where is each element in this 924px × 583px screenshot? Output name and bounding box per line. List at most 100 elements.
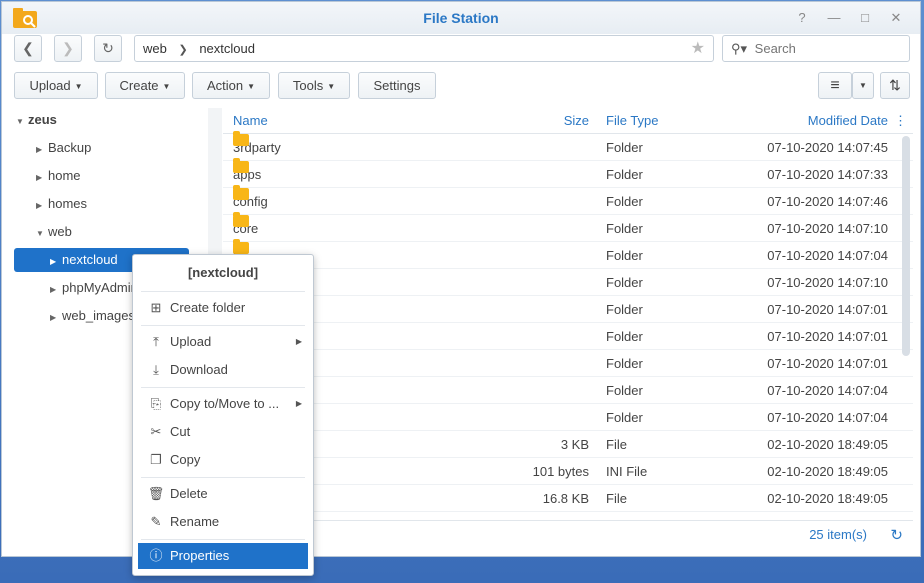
caret-down-icon: ▼ — [162, 82, 171, 92]
table-row[interactable]: 16.8 KB File 02-10-2020 18:49:05 — [223, 485, 913, 512]
divider — [141, 539, 305, 540]
column-options-icon[interactable]: ⋮ — [894, 108, 907, 134]
folder-icon — [233, 158, 249, 173]
column-header-type[interactable]: File Type — [606, 108, 659, 134]
collapsed-arrow-icon[interactable]: ▶ — [50, 278, 62, 302]
trash-icon: 🗑 — [147, 486, 165, 501]
cell-modified: 07-10-2020 14:07:01 — [767, 302, 888, 317]
menu-label: Cut — [170, 424, 191, 439]
refresh-icon[interactable]: ↻ — [890, 526, 903, 544]
column-header-size[interactable]: Size — [564, 108, 589, 134]
table-row[interactable]: Folder 07-10-2020 14:07:01 — [223, 347, 913, 377]
scissors-icon: ✂ — [150, 424, 162, 439]
maximize-icon[interactable]: □ — [855, 8, 875, 28]
cell-type: Folder — [606, 275, 643, 290]
create-label: Create — [119, 78, 159, 93]
file-rows: 3rdparty Folder 07-10-2020 14:07:45 apps Fol… — [223, 131, 913, 512]
search-icon[interactable]: ⚲▾ — [731, 41, 747, 56]
cell-modified: 07-10-2020 14:07:33 — [767, 167, 888, 182]
cell-type: Folder — [606, 410, 643, 425]
menu-item-copy-move[interactable]: ⎘ Copy to/Move to ... ▶ — [138, 391, 308, 417]
search-input[interactable] — [754, 41, 875, 56]
menu-item-copy[interactable]: ❐ Copy — [138, 447, 308, 473]
tree-label: zeus — [28, 112, 57, 127]
help-icon[interactable]: ? — [792, 8, 812, 28]
cell-modified: 07-10-2020 14:07:10 — [767, 275, 888, 290]
tree-item-homes[interactable]: ▶ homes — [36, 192, 186, 216]
tree-item-zeus[interactable]: ▼ zeus — [16, 108, 176, 132]
create-button[interactable]: Create ▼ — [105, 72, 185, 99]
table-row[interactable]: Folder 07-10-2020 14:07:01 — [223, 293, 913, 323]
search-box[interactable]: ⚲▾ — [722, 35, 910, 62]
tree-item-web[interactable]: ▼ web — [36, 220, 186, 244]
table-row[interactable]: Folder 07-10-2020 14:07:04 — [223, 374, 913, 404]
list-view-icon[interactable]: ≡ — [818, 72, 852, 99]
cell-type: File — [606, 491, 627, 506]
menu-item-download[interactable]: ⤓ Download — [138, 357, 308, 383]
forward-button[interactable]: ❯ — [54, 35, 82, 62]
upload-button[interactable]: Upload ▼ — [14, 72, 98, 99]
minimize-icon[interactable]: — — [824, 8, 844, 28]
menu-item-create-folder[interactable]: ⊞ Create folder — [138, 295, 308, 321]
close-icon[interactable]: ✕ — [886, 8, 906, 28]
menu-item-rename[interactable]: ✎ Rename — [138, 509, 308, 535]
path-bar[interactable]: web ❯ nextcloud ★ — [134, 35, 714, 62]
menu-item-cut[interactable]: ✂ Cut — [138, 419, 308, 445]
column-header-modified[interactable]: Modified Date — [808, 108, 888, 134]
collapsed-arrow-icon[interactable]: ▶ — [36, 194, 48, 218]
table-row[interactable]: derFolder07-10-2020 14:07:01 — [223, 320, 913, 350]
collapsed-arrow-icon[interactable]: ▶ — [50, 250, 62, 274]
table-row[interactable]: libFolder07-10-2020 14:07:04 — [223, 239, 913, 269]
context-menu: [nextcloud] ⊞ Create folder ⤒ Upload ▶ ⤓ Dow… — [132, 254, 314, 576]
table-row[interactable]: core Folder 07-10-2020 14:07:10 — [223, 212, 913, 242]
refresh-button[interactable]: ↻ — [94, 35, 122, 62]
table-row[interactable]: 101 bytes INI File 02-10-2020 18:49:05 — [223, 458, 913, 485]
menu-label: Upload — [170, 334, 212, 349]
table-row[interactable]: 3 KB File 02-10-2020 18:49:05 — [223, 431, 913, 458]
expanded-arrow-icon[interactable]: ▼ — [16, 110, 28, 134]
path-segment-nextcloud[interactable]: nextcloud — [199, 41, 255, 56]
collapsed-arrow-icon[interactable]: ▶ — [36, 138, 48, 162]
tools-button[interactable]: Tools ▼ — [278, 72, 350, 99]
chevron-right-icon: ❯ — [178, 44, 188, 56]
action-button[interactable]: Action ▼ — [192, 72, 270, 99]
table-row[interactable]: 3rdparty Folder 07-10-2020 14:07:45 — [223, 131, 913, 161]
toolbar: Upload ▼ Create ▼ Action ▼ Tools ▼ Settings … — [2, 72, 920, 100]
path-segment-web[interactable]: web — [143, 41, 167, 56]
expanded-arrow-icon[interactable]: ▼ — [36, 222, 48, 246]
back-button[interactable]: ❮ — [14, 35, 42, 62]
tree-item-backup[interactable]: ▶ Backup — [36, 136, 186, 160]
table-row[interactable]: Folder 07-10-2020 14:07:04 — [223, 401, 913, 431]
navigation-bar: ❮ ❯ ↻ web ❯ nextcloud ★ ⚲▾ — [2, 35, 920, 65]
table-row[interactable]: derFolder07-10-2020 14:07:10 — [223, 266, 913, 296]
view-dropdown-icon[interactable]: ▼ — [852, 72, 874, 99]
cell-type: Folder — [606, 248, 643, 263]
tree-label: web — [48, 224, 72, 239]
menu-label: Properties — [170, 548, 230, 563]
table-row[interactable]: apps Folder 07-10-2020 14:07:33 — [223, 158, 913, 188]
cell-modified: 02-10-2020 18:49:05 — [767, 491, 888, 506]
cell-type: File — [606, 437, 627, 452]
tree-item-home[interactable]: ▶ home — [36, 164, 186, 188]
menu-item-upload[interactable]: ⤒ Upload ▶ — [138, 329, 308, 355]
divider — [141, 387, 305, 388]
action-label: Action — [206, 78, 244, 93]
caret-down-icon: ▼ — [247, 82, 256, 92]
folder-icon — [233, 185, 249, 200]
tree-label: homes — [48, 196, 88, 211]
cell-type: Folder — [606, 383, 643, 398]
star-icon[interactable]: ★ — [691, 36, 705, 61]
menu-item-delete[interactable]: 🗑 Delete — [138, 481, 308, 507]
folder-icon — [233, 239, 249, 254]
cell-type: INI File — [606, 464, 648, 479]
sort-icon[interactable]: ⇅ — [880, 72, 910, 99]
cell-modified: 07-10-2020 14:07:04 — [767, 383, 888, 398]
vertical-scrollbar[interactable] — [902, 136, 910, 356]
collapsed-arrow-icon[interactable]: ▶ — [50, 306, 62, 330]
menu-item-properties[interactable]: ⓘ Properties — [138, 543, 308, 569]
table-row[interactable]: config Folder 07-10-2020 14:07:46 — [223, 185, 913, 215]
cell-type: Folder — [606, 140, 643, 155]
settings-button[interactable]: Settings — [358, 72, 436, 99]
cell-size: 16.8 KB — [542, 491, 589, 506]
collapsed-arrow-icon[interactable]: ▶ — [36, 166, 48, 190]
